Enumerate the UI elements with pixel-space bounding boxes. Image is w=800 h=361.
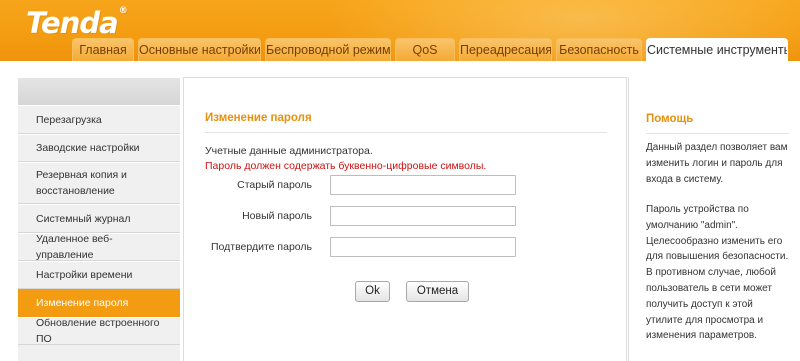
tab-system-tools[interactable]: Системные инструменты bbox=[646, 38, 788, 61]
password-warning: Пароль должен содержать буквенно-цифровы… bbox=[205, 160, 487, 172]
help-divider bbox=[646, 133, 789, 134]
sidebar-item-factory-reset[interactable]: Заводские настройки bbox=[18, 134, 180, 162]
new-password-label: Новый пароль bbox=[242, 210, 312, 222]
old-password-field[interactable] bbox=[330, 175, 516, 195]
sidebar-item-backup-restore[interactable]: Резервная копия и восстановление bbox=[18, 162, 180, 204]
sidebar-item-change-password[interactable]: Изменение пароля bbox=[18, 289, 180, 317]
title-divider bbox=[205, 132, 607, 133]
sidebar-item-remote-web[interactable]: Удаленное веб-управление bbox=[18, 233, 180, 261]
sidebar-cap bbox=[18, 78, 180, 105]
tab-security[interactable]: Безопасность bbox=[556, 38, 642, 61]
sidebar-item-system-log[interactable]: Системный журнал bbox=[18, 204, 180, 233]
sidebar-item-firmware-upgrade[interactable]: Обновление встроенного ПО bbox=[18, 317, 180, 345]
help-paragraph-2: Пароль устройства по умолчанию "admin". … bbox=[646, 204, 789, 342]
tab-wireless[interactable]: Беспроводной режим bbox=[265, 38, 391, 61]
old-password-label: Старый пароль bbox=[237, 179, 312, 191]
ok-button[interactable]: Ok bbox=[355, 281, 390, 302]
tenda-logo: Tenda® bbox=[26, 6, 128, 40]
confirm-password-label: Подтвердите пароль bbox=[210, 241, 312, 253]
tab-basic-settings[interactable]: Основные настройки bbox=[138, 38, 261, 61]
main-panel: Изменение пароля Учетные данные админист… bbox=[183, 77, 627, 361]
sidebar-item-time-settings[interactable]: Настройки времени bbox=[18, 261, 180, 289]
page-title: Изменение пароля bbox=[205, 112, 312, 124]
cancel-button[interactable]: Отмена bbox=[406, 281, 469, 302]
help-panel: Помощь Данный раздел позволяет вам измен… bbox=[628, 77, 800, 361]
confirm-password-field[interactable] bbox=[330, 237, 516, 257]
sidebar-item-reboot[interactable]: Перезагрузка bbox=[18, 105, 180, 134]
tab-qos[interactable]: QoS bbox=[395, 38, 455, 61]
new-password-field[interactable] bbox=[330, 206, 516, 226]
header-bar: Tenda® Главная Основные настройки Беспро… bbox=[0, 0, 800, 61]
help-paragraph-1: Данный раздел позволяет вам изменить лог… bbox=[646, 142, 788, 185]
credentials-text: Учетные данные администратора. bbox=[205, 145, 373, 157]
sidebar: Перезагрузка Заводские настройки Резервн… bbox=[18, 78, 180, 361]
tab-forwarding[interactable]: Переадресация bbox=[459, 38, 552, 61]
tab-home[interactable]: Главная bbox=[72, 38, 134, 61]
header-spacer bbox=[0, 61, 800, 77]
help-title: Помощь bbox=[646, 113, 694, 125]
